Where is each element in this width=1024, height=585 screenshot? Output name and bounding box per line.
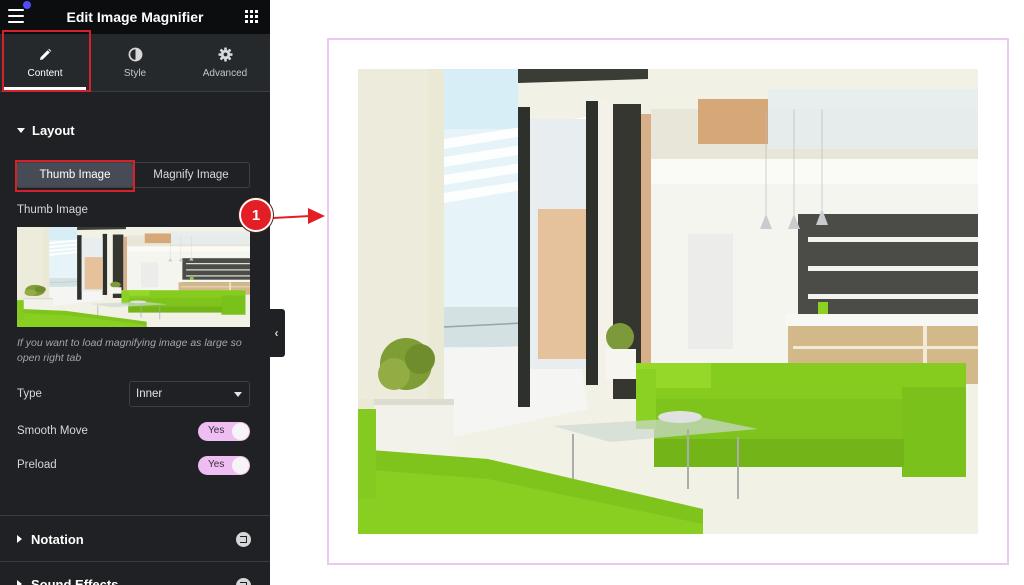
caret-right-icon <box>17 580 22 585</box>
tab-advanced[interactable]: Advanced <box>180 34 270 91</box>
section-sound-effects-title: Sound Effects <box>31 576 119 585</box>
hint-text: If you want to load magnifying image as … <box>17 337 242 364</box>
section-divider <box>0 515 270 516</box>
room-image <box>358 69 978 534</box>
collapse-panel-button[interactable]: ‹ <box>268 309 285 357</box>
type-label: Type <box>17 388 42 400</box>
caret-down-icon <box>17 127 25 133</box>
step-badge: 1 <box>239 198 273 232</box>
section-notation-title: Notation <box>31 531 84 547</box>
tab-advanced-label: Advanced <box>202 67 248 79</box>
thumb-room-image <box>17 227 250 327</box>
tab-style[interactable]: Style <box>90 34 180 91</box>
tab-content-label: Content <box>27 67 63 79</box>
chevron-left-icon: ‹ <box>274 326 279 340</box>
tab-style-label: Style <box>123 67 147 79</box>
switch-thumb-image[interactable]: Thumb Image <box>17 163 133 187</box>
gear-icon <box>217 47 233 63</box>
image-switcher: Thumb Image Magnify Image <box>16 162 250 188</box>
section-layout-title: Layout <box>32 122 75 138</box>
notification-dot <box>23 1 31 9</box>
pencil-icon <box>37 47 53 63</box>
annotation-arrow-head-icon <box>308 208 325 224</box>
thumb-image-label: Thumb Image <box>17 204 88 216</box>
thumb-image-preview[interactable] <box>17 227 250 327</box>
panel-header: Edit Image Magnifier <box>0 0 270 34</box>
toggle-knob <box>232 423 249 440</box>
smooth-move-toggle[interactable]: Yes <box>198 422 250 441</box>
caret-right-icon <box>17 535 22 543</box>
grid-icon[interactable] <box>245 10 258 23</box>
type-select-value: Inner <box>136 388 163 400</box>
preload-toggle[interactable]: Yes <box>198 456 250 475</box>
switch-magnify-image[interactable]: Magnify Image <box>133 163 249 187</box>
section-layout-toggle[interactable]: Layout <box>0 121 270 139</box>
annotation-arrow-line <box>272 214 313 219</box>
type-select[interactable]: Inner <box>129 381 250 407</box>
half-circle-icon <box>127 47 143 63</box>
section-divider <box>0 561 270 562</box>
smooth-move-toggle-text: Yes <box>208 425 225 436</box>
preload-label: Preload <box>17 459 57 471</box>
toggle-knob <box>232 457 249 474</box>
chevron-down-icon <box>234 392 242 397</box>
magnifier-image[interactable] <box>358 69 978 534</box>
panel-tabs: Content Style Advanced <box>0 34 270 92</box>
smooth-move-label: Smooth Move <box>17 425 88 437</box>
pro-badge-icon <box>236 532 251 547</box>
editor-panel: Edit Image Magnifier Content Style Advan… <box>0 0 270 585</box>
panel-title: Edit Image Magnifier <box>66 9 204 25</box>
tab-content[interactable]: Content <box>0 34 90 91</box>
hamburger-icon[interactable] <box>8 9 24 23</box>
preload-toggle-text: Yes <box>208 459 225 470</box>
section-sound-effects-toggle[interactable]: Sound Effects <box>0 575 270 585</box>
section-notation-toggle[interactable]: Notation <box>0 530 270 548</box>
